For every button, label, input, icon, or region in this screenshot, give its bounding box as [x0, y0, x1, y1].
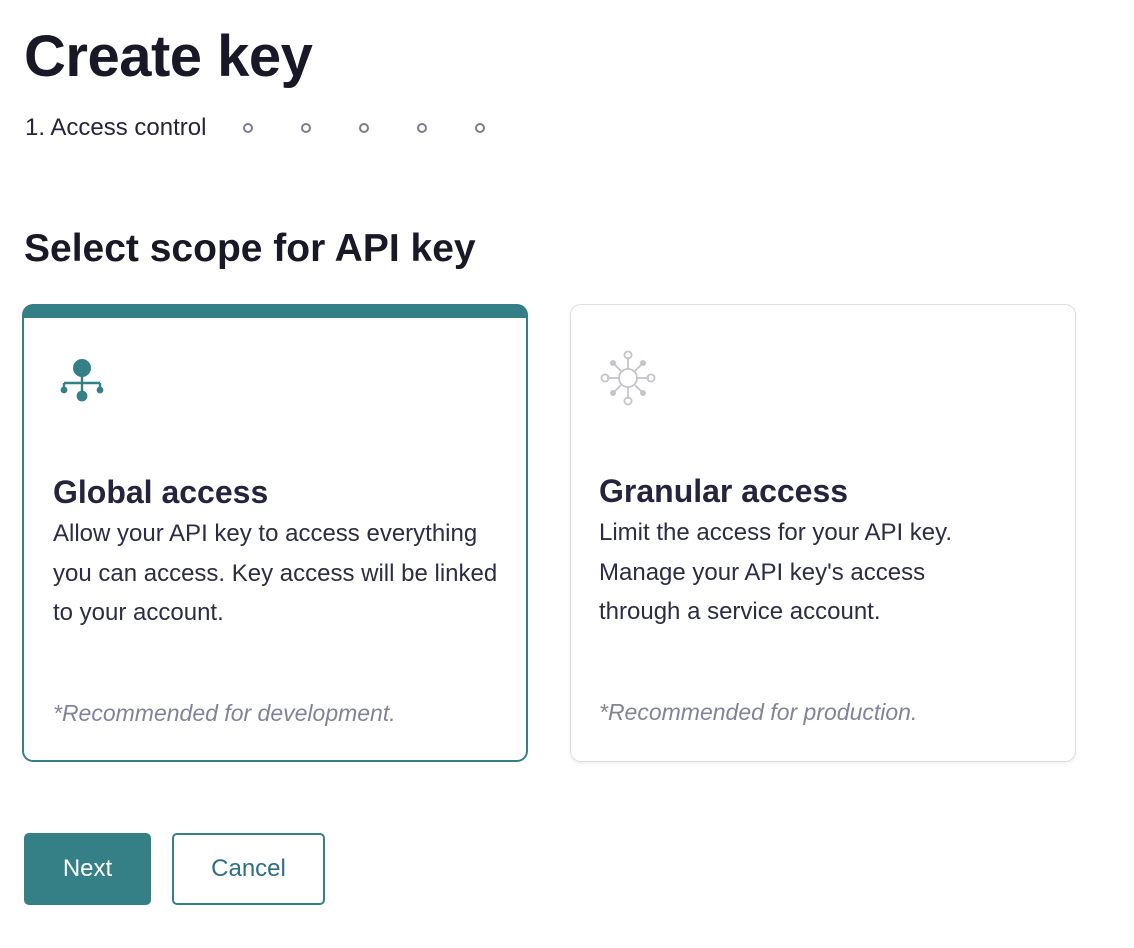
- granular-access-card[interactable]: Granular access Limit the access for you…: [570, 304, 1076, 762]
- hierarchy-icon: [60, 359, 104, 402]
- granular-access-description: Limit the access for your API key. Manag…: [599, 519, 953, 625]
- step-indicator-2: [243, 123, 254, 133]
- cancel-button[interactable]: Cancel: [172, 833, 325, 905]
- granular-access-note: *Recommended for production.: [599, 699, 918, 725]
- granular-access-title: Granular access: [599, 473, 849, 509]
- section-title: Select scope for API key: [24, 227, 476, 270]
- global-access-card[interactable]: Global access Allow your API key to acce…: [22, 304, 528, 762]
- step-indicator-3: [301, 123, 312, 133]
- global-access-description: Allow your API key to access everything …: [53, 520, 498, 626]
- current-step-label: 1. Access control: [25, 114, 207, 141]
- step-indicator-4: [359, 123, 370, 133]
- next-button[interactable]: Next: [24, 833, 151, 905]
- progress-stepper: 1. Access control: [25, 112, 533, 144]
- global-access-title: Global access: [53, 474, 269, 510]
- step-indicator-5: [417, 123, 428, 133]
- network-hub-icon: [600, 350, 656, 406]
- global-access-note: *Recommended for development.: [53, 700, 396, 726]
- step-indicator-6: [475, 123, 486, 133]
- page-title: Create key: [24, 24, 313, 89]
